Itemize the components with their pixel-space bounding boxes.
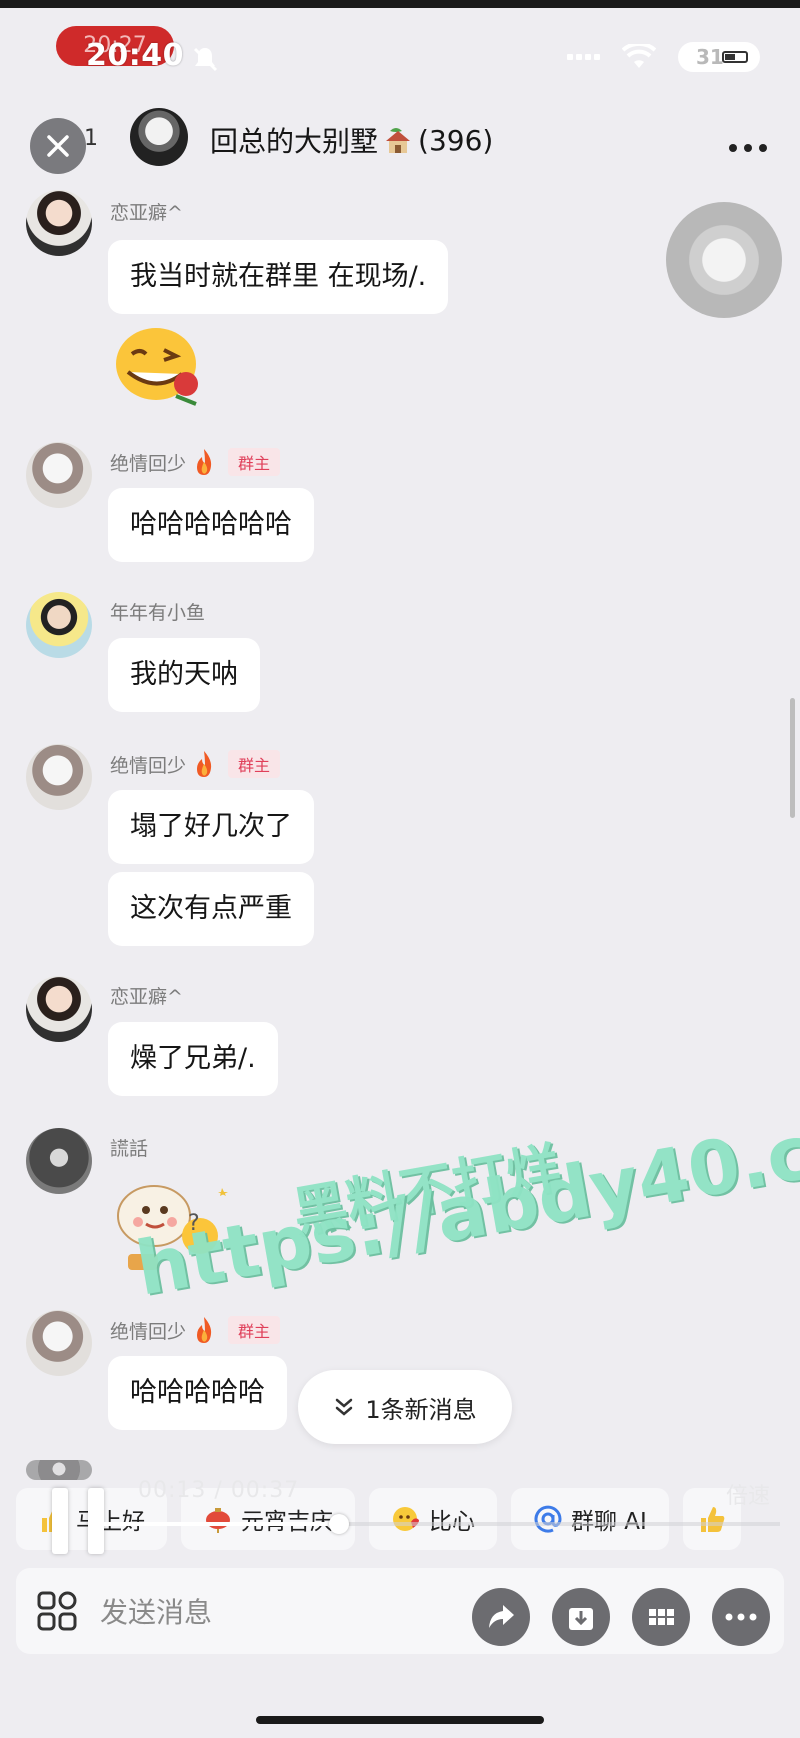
sender-name: 年年有小鱼 bbox=[110, 598, 205, 625]
new-message-label: 1条新消息 bbox=[365, 1395, 477, 1424]
owner-badge: 群主 bbox=[228, 750, 281, 778]
sender-name: 绝情回少 群主 bbox=[110, 750, 281, 778]
group-avatar[interactable] bbox=[130, 108, 188, 166]
status-time: 20:40 bbox=[86, 38, 184, 73]
close-icon bbox=[47, 135, 69, 157]
message-bubble[interactable]: 这次有点严重 bbox=[108, 872, 314, 946]
more-round-icon bbox=[725, 1613, 757, 1621]
grid-button[interactable] bbox=[632, 1588, 690, 1646]
lantern-icon bbox=[206, 1508, 230, 1533]
more-icon bbox=[729, 144, 767, 152]
sender-name: 恋亚癖^ bbox=[110, 982, 183, 1009]
avatar[interactable] bbox=[26, 744, 92, 810]
chat-scrollbar[interactable] bbox=[790, 698, 795, 818]
video-position: 00:13 bbox=[138, 1478, 207, 1503]
winking-emoji-sticker[interactable] bbox=[110, 322, 206, 406]
message-input[interactable] bbox=[100, 1590, 400, 1634]
close-button[interactable] bbox=[30, 118, 86, 174]
fire-icon bbox=[197, 1317, 212, 1343]
top-edge bbox=[0, 0, 800, 8]
new-message-button[interactable]: 1条新消息 bbox=[298, 1370, 512, 1444]
fire-icon bbox=[197, 449, 212, 475]
message-bubble[interactable]: 哈哈哈哈哈 bbox=[108, 1356, 287, 1430]
heart-hand-emoji-icon bbox=[393, 1507, 419, 1531]
share-button[interactable] bbox=[472, 1588, 530, 1646]
avatar[interactable] bbox=[26, 442, 92, 508]
sender-name: 恋亚癖^ bbox=[110, 198, 183, 225]
sender-name: 绝情回少 群主 bbox=[110, 448, 281, 476]
message-bubble[interactable]: 我的天呐 bbox=[108, 638, 260, 712]
video-duration: 00:37 bbox=[230, 1478, 300, 1503]
sender-label: 年年有小鱼 bbox=[110, 602, 206, 624]
wifi-icon bbox=[622, 44, 656, 68]
chip-label: 群聊 AI bbox=[571, 1502, 647, 1536]
video-progress-knob[interactable] bbox=[328, 1514, 349, 1534]
grid-icon bbox=[649, 1609, 674, 1625]
fire-icon bbox=[197, 751, 212, 777]
double-chevron-down-icon bbox=[336, 1398, 353, 1416]
video-progress-fill bbox=[100, 1522, 339, 1526]
avatar[interactable] bbox=[26, 592, 92, 658]
sender-name: 謊話 bbox=[110, 1134, 148, 1161]
avatar bbox=[26, 1460, 92, 1480]
more-button[interactable] bbox=[728, 126, 768, 161]
message-bubble[interactable]: 我当时就在群里 在现场/. bbox=[108, 240, 449, 314]
pause-icon bbox=[52, 1488, 68, 1554]
unread-count: 1 bbox=[84, 126, 98, 151]
sender-label: 绝情回少 bbox=[110, 452, 187, 475]
owner-badge: 群主 bbox=[228, 1316, 281, 1344]
save-button[interactable] bbox=[552, 1588, 610, 1646]
speed-button[interactable]: 倍速 bbox=[726, 1478, 770, 1510]
apps-icon[interactable] bbox=[36, 1590, 78, 1632]
share-icon bbox=[489, 1605, 514, 1628]
quick-reply-bar: 马上好 元宵吉庆 比心 群聊 AI bbox=[16, 1488, 741, 1550]
member-count: (396) bbox=[418, 123, 494, 157]
sender-label: 恋亚癖^ bbox=[110, 202, 183, 224]
home-indicator[interactable] bbox=[256, 1716, 544, 1724]
save-icon bbox=[569, 1608, 593, 1630]
group-name: 回总的大别墅 bbox=[210, 125, 379, 158]
bell-off-icon bbox=[193, 47, 218, 72]
status-icons: 31 bbox=[567, 42, 760, 72]
message-bubble[interactable]: 塌了好几次了 bbox=[108, 790, 314, 864]
avatar[interactable] bbox=[26, 976, 92, 1042]
sender-label: 謊話 bbox=[110, 1138, 149, 1160]
video-progress-track[interactable] bbox=[100, 1522, 780, 1526]
chip-label: 元宵吉庆 bbox=[241, 1502, 333, 1536]
message-bubble[interactable]: 燥了兄弟/. bbox=[108, 1022, 278, 1096]
avatar[interactable] bbox=[26, 190, 92, 256]
pause-icon-bar bbox=[88, 1488, 104, 1554]
quick-reply-chip[interactable]: 群聊 AI bbox=[511, 1488, 669, 1550]
video-time: 00:13 / 00:37 bbox=[138, 1478, 300, 1503]
house-icon bbox=[386, 128, 411, 153]
battery-indicator: 31 bbox=[678, 42, 760, 72]
battery-icon bbox=[722, 51, 748, 63]
chip-label: 比心 bbox=[429, 1502, 475, 1536]
message-bubble[interactable]: 哈哈哈哈哈哈 bbox=[108, 488, 314, 562]
signal-icon bbox=[567, 54, 600, 60]
avatar[interactable] bbox=[26, 1128, 92, 1194]
quick-reply-chip[interactable]: 比心 bbox=[369, 1488, 497, 1550]
at-sign-icon bbox=[534, 1505, 562, 1533]
more-round-button[interactable] bbox=[712, 1588, 770, 1646]
owner-badge: 群主 bbox=[228, 448, 281, 476]
floating-assistant-ball[interactable] bbox=[666, 202, 782, 318]
sender-label: 恋亚癖^ bbox=[110, 986, 183, 1008]
sender-name: 绝情回少 群主 bbox=[110, 1316, 281, 1344]
battery-level: 31 bbox=[696, 45, 724, 69]
sender-label: 绝情回少 bbox=[110, 1320, 187, 1343]
thumbs-up-icon bbox=[700, 1507, 725, 1532]
avatar[interactable] bbox=[26, 1310, 92, 1376]
pause-button[interactable] bbox=[52, 1488, 104, 1554]
sender-label: 绝情回少 bbox=[110, 754, 187, 777]
group-title[interactable]: 回总的大别墅 (396) bbox=[210, 120, 493, 160]
